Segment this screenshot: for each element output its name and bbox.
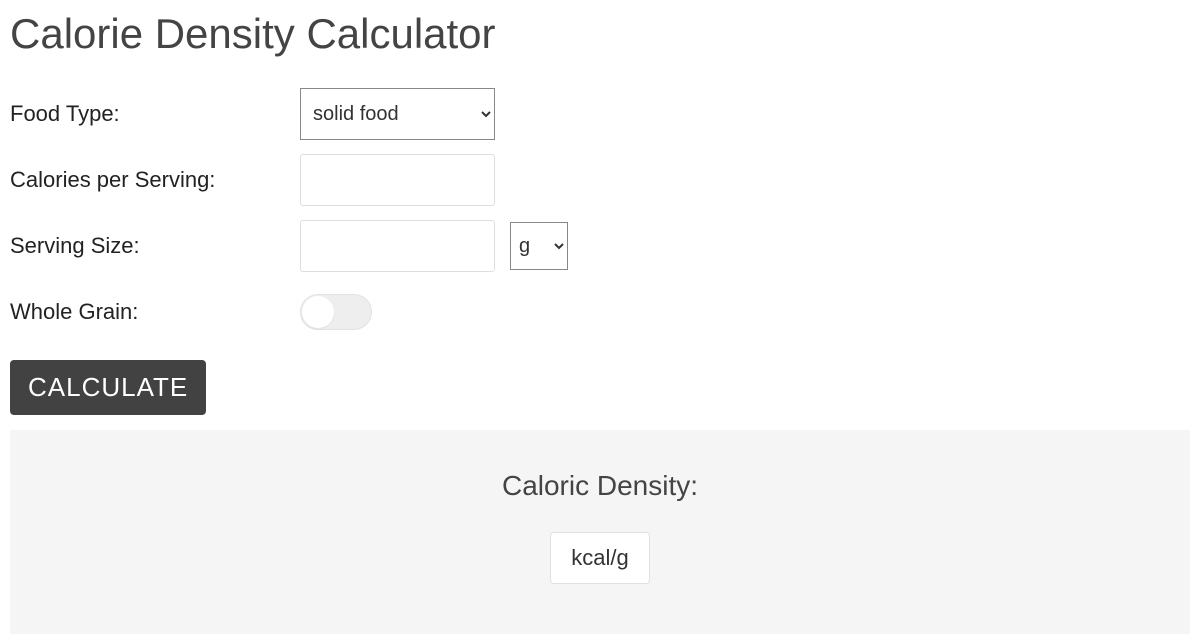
serving-size-row: Serving Size: g bbox=[10, 220, 1190, 272]
food-type-row: Food Type: solid food bbox=[10, 88, 1190, 140]
serving-unit-select[interactable]: g bbox=[510, 222, 568, 270]
serving-size-input[interactable] bbox=[300, 220, 495, 272]
food-type-label: Food Type: bbox=[10, 101, 300, 127]
whole-grain-toggle[interactable] bbox=[300, 294, 372, 330]
result-panel: Caloric Density: kcal/g bbox=[10, 430, 1190, 634]
food-type-select[interactable]: solid food bbox=[300, 88, 495, 140]
calculate-button[interactable]: CALCULATE bbox=[10, 360, 206, 415]
calories-row: Calories per Serving: bbox=[10, 154, 1190, 206]
calories-input[interactable] bbox=[300, 154, 495, 206]
whole-grain-row: Whole Grain: bbox=[10, 286, 1190, 338]
calories-label: Calories per Serving: bbox=[10, 167, 300, 193]
whole-grain-label: Whole Grain: bbox=[10, 299, 300, 325]
result-unit: kcal/g bbox=[571, 545, 628, 570]
serving-size-label: Serving Size: bbox=[10, 233, 300, 259]
toggle-knob bbox=[302, 296, 334, 328]
result-box: kcal/g bbox=[550, 532, 649, 584]
page-title: Calorie Density Calculator bbox=[10, 10, 1190, 58]
result-title: Caloric Density: bbox=[30, 470, 1170, 502]
